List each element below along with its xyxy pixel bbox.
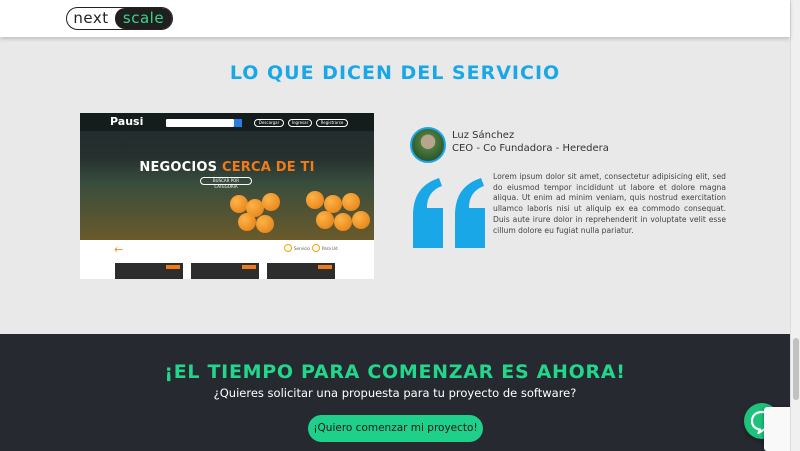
radio-ring-icon [312,244,320,252]
card-tag [242,265,256,269]
scrollbar-thumb[interactable] [793,338,799,400]
site-header: next scale [0,0,790,37]
orange-fruit [230,195,248,213]
testimonial-name: Luz Sánchez [452,130,515,141]
screenshot-nav-button: Registrarse [316,119,348,127]
screenshot-logo: Pausi [110,115,144,128]
screenshot-headline-orange: CERCA DE TI [221,160,315,175]
screenshot-option: Servicio [284,244,310,252]
screenshot-card [191,263,259,279]
recaptcha-badge[interactable] [764,407,790,451]
screenshot-option: Para Ud [312,244,338,252]
screenshot-cta: BUSCAR POR CATEGORIA [200,177,252,189]
orange-fruit [352,211,370,229]
cta-title: ¡EL TIEMPO PARA COMENZAR ES AHORA! [164,361,626,383]
logo-part-next: next [73,9,109,27]
testimonial-quote: Lorem ipsum dolor sit amet, consectetur … [493,172,726,235]
cta-subtitle: ¿Quieres solicitar una propuesta para tu… [213,386,577,400]
screenshot-option-label: Servicio [294,245,310,251]
project-screenshot: Pausi Descargar Ingresar Registrarse NEG… [80,113,374,279]
screenshot-search-bar [166,119,234,127]
orange-fruit [262,193,280,211]
orange-fruit [238,213,256,231]
avatar [410,127,446,163]
double-quote-icon [413,178,485,248]
screenshot-nav-button: Ingresar [288,119,312,127]
screenshot-card [267,263,335,279]
orange-fruit [306,191,324,209]
screenshot-headline-white: NEGOCIOS [139,160,222,175]
logo-part-scale: scale [115,8,172,29]
orange-fruit [334,213,352,231]
nextscale-logo[interactable]: next scale [66,7,173,30]
orange-fruit [256,215,274,233]
card-tag [166,265,180,269]
screenshot-card [115,263,183,279]
testimonials-title: LO QUE DICEN DEL SERVICIO [229,62,561,84]
screenshot-nav-button: Descargar [254,119,284,127]
radio-ring-icon [284,244,292,252]
screenshot-headline: NEGOCIOS CERCA DE TI [80,160,374,175]
screenshot-option-label: Para Ud [322,245,338,251]
start-project-button[interactable]: ¡Quiero comenzar mi proyecto! [308,415,483,442]
page-scrollbar[interactable] [790,0,800,451]
back-arrow-icon: ← [114,243,124,256]
orange-fruit [316,211,334,229]
screenshot-navbar: Pausi Descargar Ingresar Registrarse [80,113,374,131]
card-tag [318,265,332,269]
orange-fruit [342,193,360,211]
testimonial-role: CEO - Co Fundadora - Heredera [452,143,609,154]
search-icon [234,119,242,127]
